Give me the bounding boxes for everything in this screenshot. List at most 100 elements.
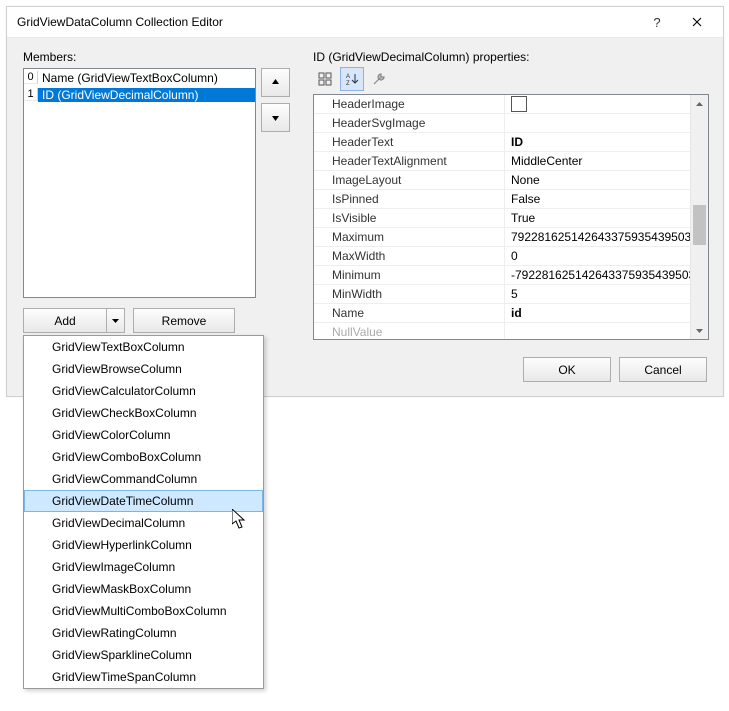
property-row[interactable]: HeaderTextAlignmentMiddleCenter [314, 152, 691, 171]
property-name: IsPinned [314, 190, 505, 208]
member-index: 1 [24, 88, 38, 101]
property-value[interactable]: True [505, 209, 691, 227]
question-icon: ? [653, 15, 660, 30]
scroll-down-button[interactable] [691, 322, 708, 339]
property-row[interactable]: NullValue [314, 323, 691, 339]
add-column-type-menu[interactable]: GridViewTextBoxColumnGridViewBrowseColum… [23, 335, 264, 689]
column-type-menu-item[interactable]: GridViewImageColumn [24, 556, 263, 578]
arrow-up-icon [271, 78, 280, 87]
property-row[interactable]: ImageLayoutNone [314, 171, 691, 190]
members-list-item[interactable]: 0Name (GridViewTextBoxColumn) [24, 69, 255, 86]
property-row[interactable]: HeaderSvgImage [314, 114, 691, 133]
property-value[interactable] [505, 95, 691, 113]
remove-button[interactable]: Remove [133, 308, 235, 333]
scroll-up-button[interactable] [691, 95, 708, 112]
column-type-menu-item[interactable]: GridViewTextBoxColumn [24, 336, 263, 358]
ok-button[interactable]: OK [523, 357, 611, 382]
property-name: HeaderTextAlignment [314, 152, 505, 170]
column-type-menu-item[interactable]: GridViewComboBoxColumn [24, 446, 263, 468]
column-type-menu-item[interactable]: GridViewMultiComboBoxColumn [24, 600, 263, 622]
members-list-item[interactable]: 1ID (GridViewDecimalColumn) [24, 86, 255, 103]
member-name: ID (GridViewDecimalColumn) [38, 88, 255, 102]
add-split-button[interactable]: Add [23, 308, 125, 333]
move-down-button[interactable] [261, 103, 290, 132]
chevron-up-icon [696, 102, 703, 106]
categorized-button[interactable] [313, 67, 337, 91]
property-grid-toolbar: AZ [313, 68, 391, 90]
close-icon [692, 17, 702, 27]
column-type-menu-item[interactable]: GridViewDecimalColumn [24, 512, 263, 534]
property-value[interactable]: 79228162514264337593543950335 [505, 228, 691, 246]
ok-button-label: OK [558, 363, 575, 377]
property-row[interactable]: Maximum79228162514264337593543950335 [314, 228, 691, 247]
add-dropdown-toggle[interactable] [107, 319, 124, 323]
property-row[interactable]: IsVisibleTrue [314, 209, 691, 228]
member-name: Name (GridViewTextBoxColumn) [38, 71, 255, 85]
cancel-button[interactable]: Cancel [619, 357, 707, 382]
move-up-button[interactable] [261, 68, 290, 97]
property-name: Name [314, 304, 505, 322]
scroll-thumb[interactable] [693, 205, 706, 245]
property-row[interactable]: Nameid [314, 304, 691, 323]
property-value[interactable]: 5 [505, 285, 691, 303]
property-name: MaxWidth [314, 247, 505, 265]
chevron-down-icon [696, 329, 703, 333]
property-grid[interactable]: HeaderImageHeaderSvgImageHeaderTextIDHea… [313, 94, 709, 340]
dialog-buttons: OK Cancel [523, 357, 707, 382]
property-grid-scrollbar[interactable] [690, 95, 708, 339]
column-type-menu-item[interactable]: GridViewCalculatorColumn [24, 380, 263, 402]
property-value[interactable]: ID [505, 133, 691, 151]
add-remove-row: Add Remove [23, 308, 235, 333]
column-type-menu-item[interactable]: GridViewColorColumn [24, 424, 263, 446]
titlebar: GridViewDataColumn Collection Editor ? [7, 7, 723, 38]
property-name: MinWidth [314, 285, 505, 303]
property-value[interactable]: False [505, 190, 691, 208]
property-pages-button[interactable] [367, 67, 391, 91]
property-row[interactable]: HeaderImage [314, 95, 691, 114]
property-value[interactable] [505, 114, 691, 132]
property-name: HeaderImage [314, 95, 505, 113]
column-type-menu-item[interactable]: GridViewMaskBoxColumn [24, 578, 263, 600]
property-name: Minimum [314, 266, 505, 284]
svg-text:A: A [346, 74, 350, 80]
property-grid-rows: HeaderImageHeaderSvgImageHeaderTextIDHea… [314, 95, 691, 339]
window-title: GridViewDataColumn Collection Editor [17, 15, 637, 29]
property-value[interactable]: -79228162514264337593543950335 [505, 266, 691, 284]
members-listbox[interactable]: 0Name (GridViewTextBoxColumn)1ID (GridVi… [23, 68, 256, 298]
properties-label: ID (GridViewDecimalColumn) properties: [313, 50, 530, 64]
column-type-menu-item[interactable]: GridViewDateTimeColumn [24, 490, 263, 512]
alphabetical-button[interactable]: AZ [340, 67, 364, 91]
remove-button-label: Remove [162, 314, 207, 328]
property-value[interactable]: MiddleCenter [505, 152, 691, 170]
property-name: ImageLayout [314, 171, 505, 189]
column-type-menu-item[interactable]: GridViewBrowseColumn [24, 358, 263, 380]
column-type-menu-item[interactable]: GridViewRatingColumn [24, 622, 263, 644]
alphabetical-icon: AZ [345, 72, 359, 86]
property-value[interactable]: id [505, 304, 691, 322]
property-value[interactable]: 0 [505, 247, 691, 265]
column-type-menu-item[interactable]: GridViewSparklineColumn [24, 644, 263, 666]
property-row[interactable]: IsPinnedFalse [314, 190, 691, 209]
close-button[interactable] [677, 7, 717, 37]
property-row[interactable]: HeaderTextID [314, 133, 691, 152]
property-value[interactable] [505, 323, 691, 339]
column-type-menu-item[interactable]: GridViewTimeSpanColumn [24, 666, 263, 688]
property-row[interactable]: Minimum-79228162514264337593543950335 [314, 266, 691, 285]
wrench-icon [372, 72, 386, 86]
property-value[interactable]: None [505, 171, 691, 189]
reorder-buttons [261, 68, 288, 138]
categorized-icon [318, 72, 332, 86]
property-row[interactable]: MinWidth5 [314, 285, 691, 304]
property-name: HeaderSvgImage [314, 114, 505, 132]
members-label: Members: [23, 50, 76, 64]
column-type-menu-item[interactable]: GridViewCommandColumn [24, 468, 263, 490]
property-row[interactable]: MaxWidth0 [314, 247, 691, 266]
arrow-down-icon [271, 113, 280, 122]
column-type-menu-item[interactable]: GridViewHyperlinkColumn [24, 534, 263, 556]
property-name: Maximum [314, 228, 505, 246]
property-name: NullValue [314, 323, 505, 339]
cancel-button-label: Cancel [644, 363, 681, 377]
column-type-menu-item[interactable]: GridViewCheckBoxColumn [24, 402, 263, 424]
help-button[interactable]: ? [637, 7, 677, 37]
add-button-label: Add [24, 314, 106, 328]
